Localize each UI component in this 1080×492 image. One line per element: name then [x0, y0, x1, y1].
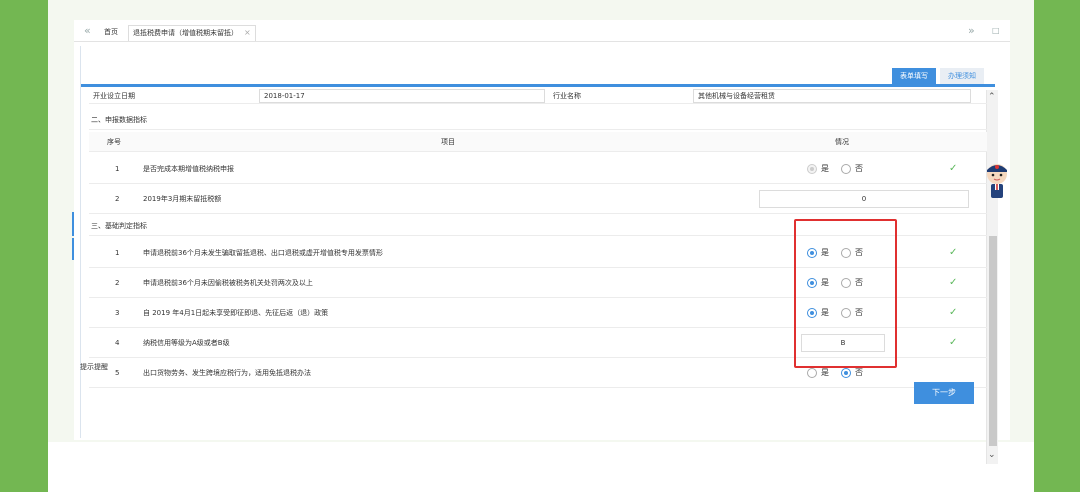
- scroll-down-icon[interactable]: ⌄: [988, 450, 996, 460]
- restore-icon[interactable]: □: [992, 26, 1000, 35]
- radio-yes[interactable]: 是: [807, 367, 829, 378]
- table-row: 2 2019年3月期末留抵税额 0: [89, 184, 987, 214]
- view-tabs: 表单填写 办理须知: [892, 68, 988, 84]
- close-icon[interactable]: ×: [244, 28, 251, 37]
- tab-next-icon[interactable]: »: [968, 24, 975, 37]
- next-step-button[interactable]: 下一步: [914, 382, 974, 404]
- form-fill-tab[interactable]: 表单填写: [892, 68, 936, 84]
- radio-circle: [841, 367, 851, 378]
- scroll-up-icon[interactable]: ⌃: [988, 92, 996, 102]
- row-radio-group: 是 否: [807, 154, 875, 183]
- row-item: 出口货物劳务、发生跨境应税行为，适用免抵退税办法: [143, 368, 311, 377]
- table-row: 1 是否完成本期增值税纳税申报 是 否 ✓: [89, 154, 987, 184]
- left-green-border: [0, 0, 48, 492]
- check-icon: ✓: [949, 163, 958, 174]
- radio-circle: [841, 163, 851, 174]
- radio-no[interactable]: 否: [841, 367, 863, 378]
- radio-no-label: 否: [855, 164, 863, 173]
- red-highlight-box: [794, 219, 897, 368]
- section2-title-row: 二、申报数据指标: [89, 110, 987, 130]
- check-icon: ✓: [949, 307, 958, 318]
- scrollbar[interactable]: ⌃ ⌄: [986, 90, 998, 464]
- row-no: 1: [115, 164, 120, 173]
- radio-yes-label: 是: [821, 368, 829, 377]
- check-icon: ✓: [949, 247, 958, 258]
- row-no: 2: [115, 194, 120, 203]
- check-icon: ✓: [949, 337, 958, 348]
- row-no: 5: [115, 368, 120, 377]
- section2-title: 二、申报数据指标: [91, 115, 147, 124]
- tab-home[interactable]: 首页: [100, 25, 122, 41]
- header-item: 项目: [441, 137, 455, 146]
- row-no: 2: [115, 278, 120, 287]
- retention-tax-field[interactable]: 0: [759, 190, 969, 208]
- hint-label: 提示提醒: [80, 363, 108, 371]
- scroll-thumb[interactable]: [989, 236, 997, 446]
- row-item: 是否完成本期增值税纳税申报: [143, 164, 234, 173]
- row-item: 申请退税前36个月未发生骗取留抵退税、出口退税或虚开增值税专用发票情形: [143, 248, 383, 257]
- radio-circle: [807, 163, 817, 174]
- row-no: 1: [115, 248, 120, 257]
- row-item: 纳税信用等级为A级或者B级: [143, 338, 230, 347]
- guide-tab[interactable]: 办理须知: [940, 68, 984, 84]
- row-no: 3: [115, 308, 120, 317]
- start-date-field[interactable]: 2018-01-17: [259, 89, 545, 103]
- row-no: 4: [115, 338, 120, 347]
- header-no: 序号: [107, 137, 121, 146]
- row-item: 申请退税前36个月未因偷税被税务机关处罚两次及以上: [143, 278, 313, 287]
- row-item: 自 2019 年4月1日起未享受即征即退、先征后返（退）政策: [143, 308, 329, 317]
- table-header-row: 序号 项目 情况: [89, 132, 987, 152]
- radio-yes-label: 是: [821, 164, 829, 173]
- header-divider: [81, 84, 995, 87]
- industry-label: 行业名称: [553, 91, 581, 100]
- tab-current[interactable]: 退抵税费申请（增值税期末留抵） ×: [128, 25, 256, 41]
- right-green-border: [1034, 0, 1080, 492]
- section3-title: 三、基础判定指标: [91, 221, 147, 230]
- start-date-label: 开业设立日期: [93, 91, 135, 100]
- header-status: 情况: [835, 137, 849, 146]
- radio-no-label: 否: [855, 368, 863, 377]
- radio-circle: [807, 367, 817, 378]
- radio-no[interactable]: 否: [841, 163, 863, 174]
- tab-prev-icon[interactable]: «: [84, 24, 91, 37]
- tab-bar: « 首页 退抵税费申请（增值税期末留抵） × » □: [74, 20, 1010, 42]
- tax-officer-mascot-icon: [987, 164, 1007, 198]
- basic-info-row: 开业设立日期 2018-01-17 行业名称 其他机械与设备经营租赁: [89, 88, 987, 104]
- radio-yes[interactable]: 是: [807, 163, 829, 174]
- bottom-white-area: [48, 442, 1034, 492]
- row-item: 2019年3月期末留抵税额: [143, 194, 222, 203]
- check-icon: ✓: [949, 277, 958, 288]
- industry-field[interactable]: 其他机械与设备经营租赁: [693, 89, 971, 103]
- tab-current-label: 退抵税费申请（增值税期末留抵）: [133, 29, 238, 37]
